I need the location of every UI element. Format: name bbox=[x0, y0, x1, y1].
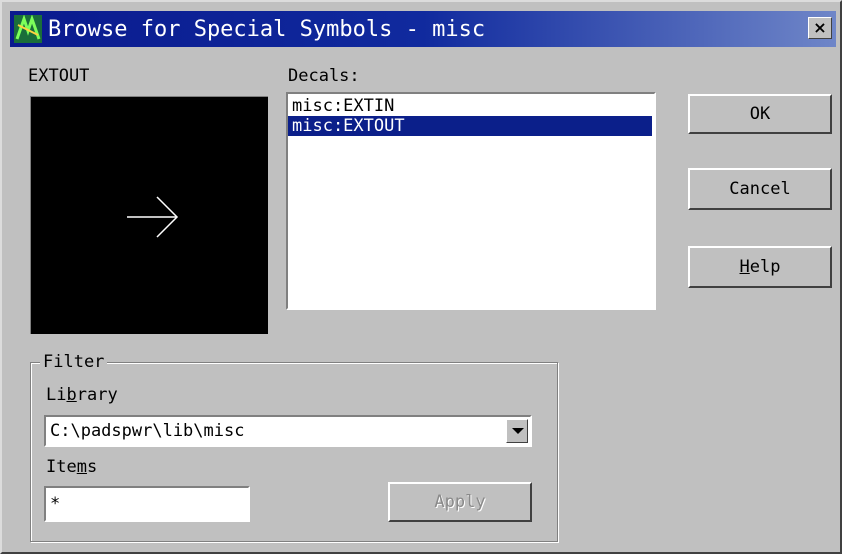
app-icon bbox=[14, 15, 42, 43]
decals-list[interactable]: misc:EXTIN misc:EXTOUT bbox=[286, 92, 656, 310]
close-button[interactable]: × bbox=[808, 17, 832, 39]
library-label: Library bbox=[46, 385, 118, 405]
items-input[interactable]: * bbox=[44, 486, 250, 522]
close-icon: × bbox=[813, 18, 827, 37]
window-title: Browse for Special Symbols - misc bbox=[48, 17, 486, 42]
help-button[interactable]: Help bbox=[688, 246, 832, 288]
apply-button[interactable]: Apply bbox=[388, 482, 532, 522]
filter-group-title: Filter bbox=[40, 352, 108, 372]
library-path: C:\padspwr\lib\misc bbox=[50, 421, 245, 441]
decals-label: Decals: bbox=[288, 66, 360, 86]
list-item-selected[interactable]: misc:EXTOUT bbox=[288, 116, 652, 136]
dropdown-button[interactable] bbox=[506, 419, 528, 443]
cancel-button-label: Cancel bbox=[729, 179, 791, 199]
help-mnemonic: H bbox=[739, 257, 750, 277]
apply-button-label: Apply bbox=[434, 492, 486, 512]
title-bar[interactable]: Browse for Special Symbols - misc × bbox=[10, 11, 836, 47]
ok-button-label: OK bbox=[749, 104, 771, 124]
ok-button[interactable]: OK bbox=[688, 94, 832, 134]
arrow-right-icon bbox=[127, 196, 179, 238]
cancel-button[interactable]: Cancel bbox=[688, 168, 832, 210]
list-item[interactable]: misc:EXTIN bbox=[288, 96, 654, 116]
browse-special-symbols-dialog: Browse for Special Symbols - misc × EXTO… bbox=[0, 0, 842, 554]
library-combobox[interactable]: C:\padspwr\lib\misc bbox=[44, 415, 532, 447]
items-label: Items bbox=[46, 457, 98, 477]
symbol-preview bbox=[30, 96, 268, 334]
preview-label: EXTOUT bbox=[28, 66, 90, 86]
help-button-label: elp bbox=[749, 257, 781, 277]
chevron-down-icon bbox=[512, 428, 524, 434]
items-value: * bbox=[50, 494, 61, 514]
